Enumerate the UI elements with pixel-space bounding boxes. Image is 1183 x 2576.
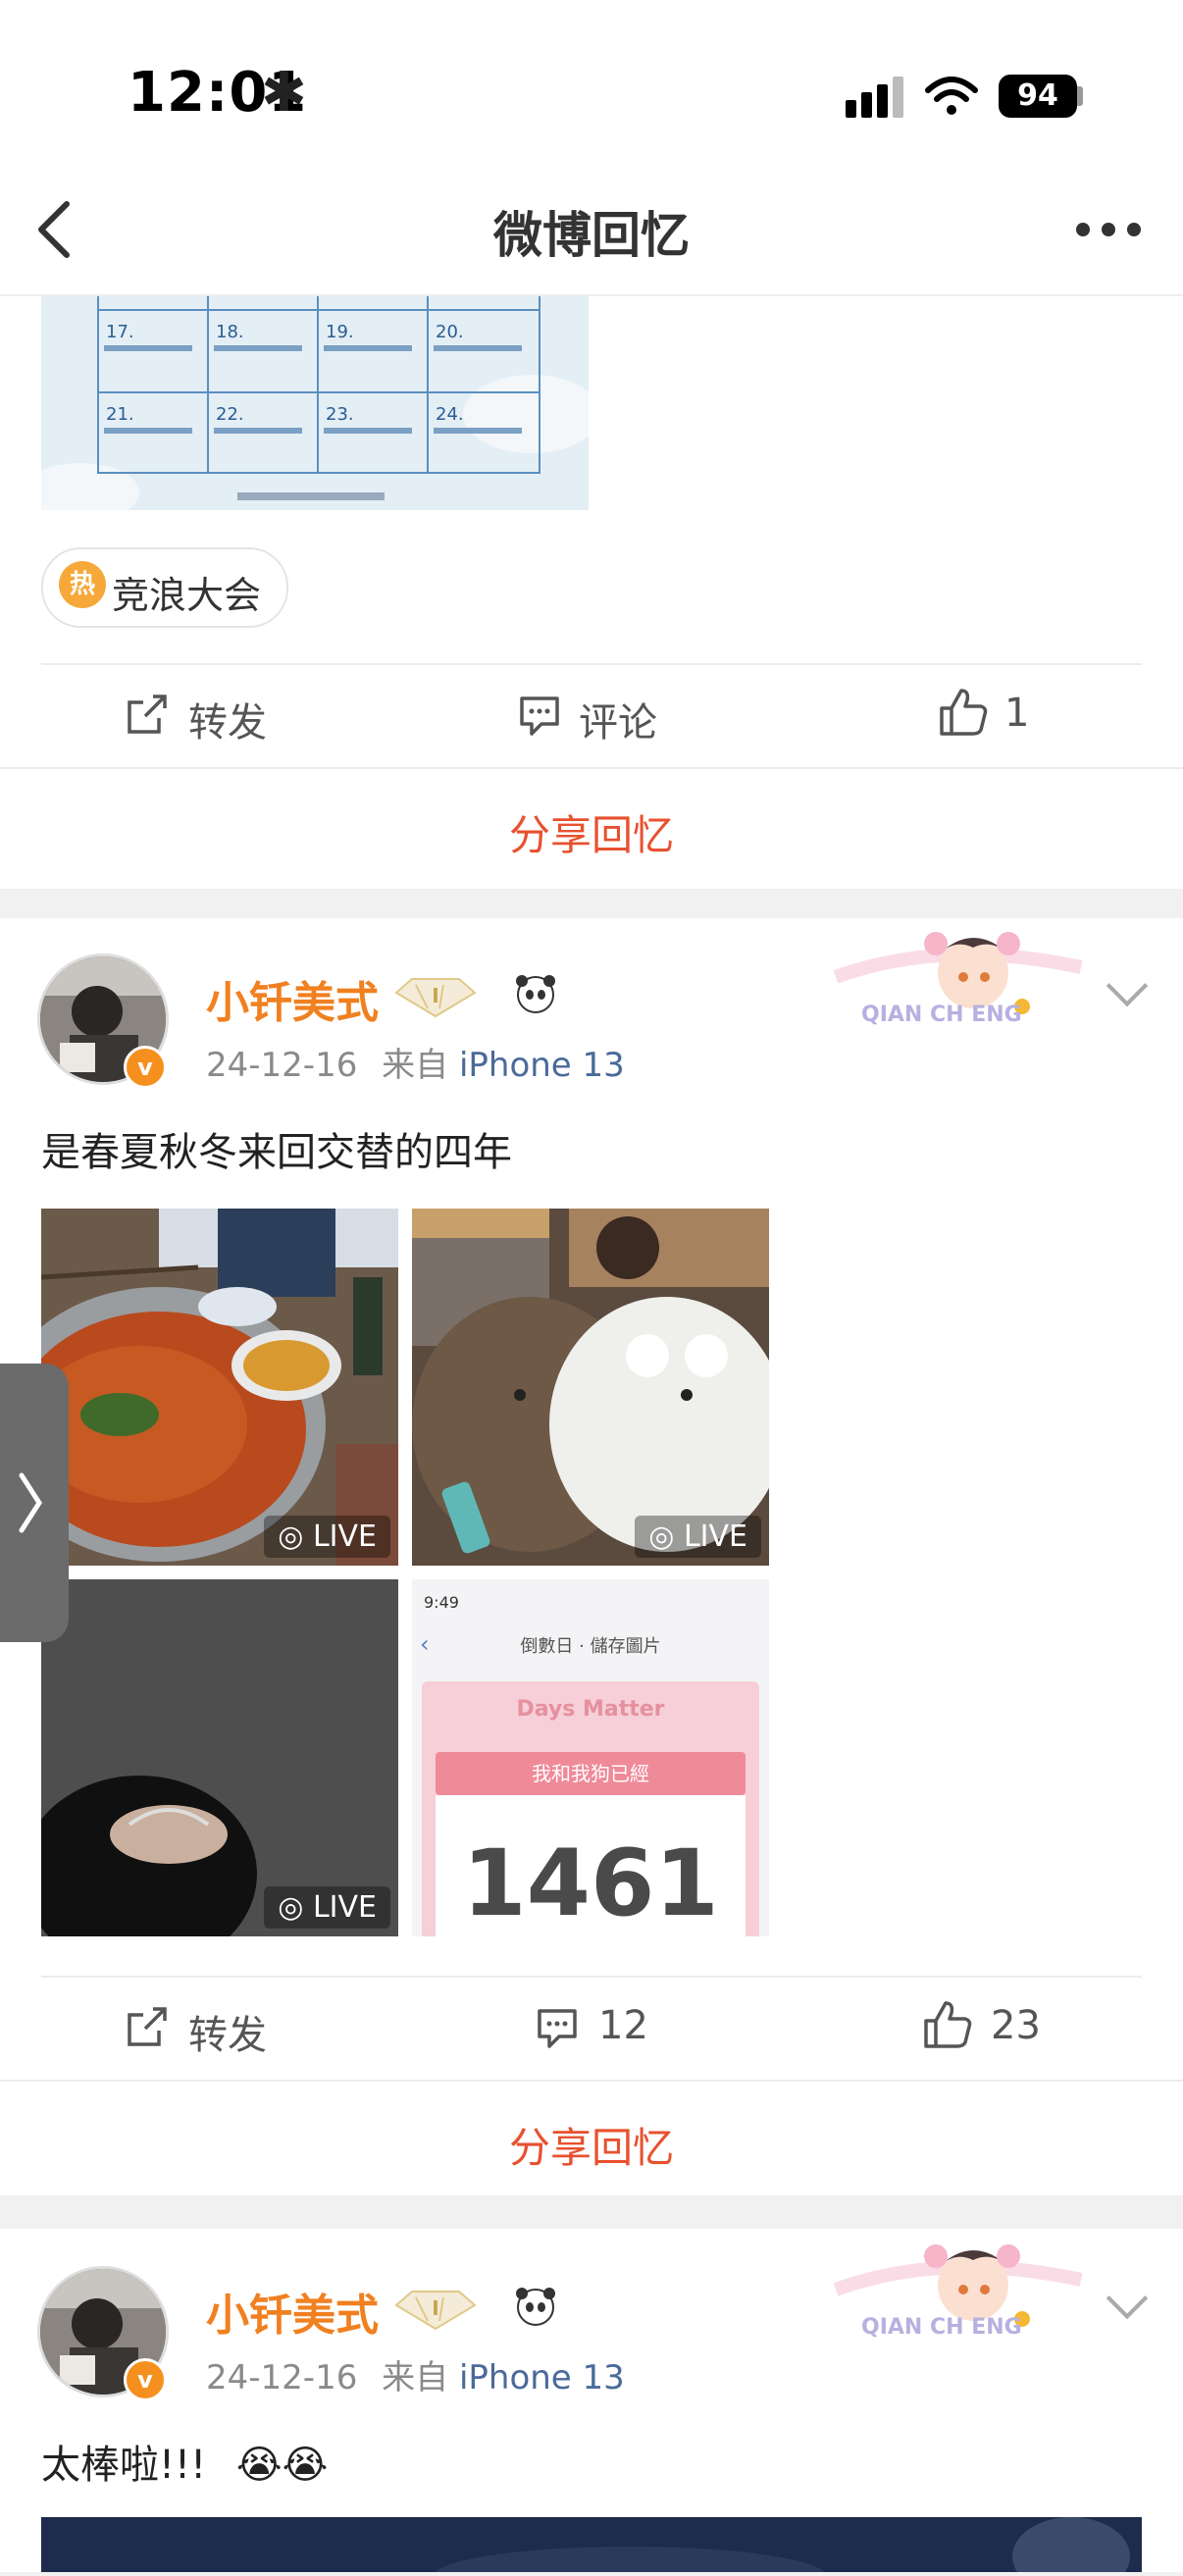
calendar-cell: 21. xyxy=(106,404,134,425)
share-memory-button[interactable]: 分享回忆 xyxy=(0,802,1183,862)
repost-icon[interactable] xyxy=(126,2005,169,2048)
post-text: 是春夏秋冬来回交替的四年 xyxy=(41,1130,512,1175)
calendar-cell: 22. xyxy=(216,404,244,425)
post-meta: 24-12-16 来自 iPhone 13 xyxy=(206,2350,625,2398)
battery-indicator: 94 xyxy=(999,75,1077,118)
live-badge: ◎ LIVE xyxy=(635,1516,761,1558)
source-prefix: 来自 xyxy=(382,2358,449,2397)
battery-tip xyxy=(1077,86,1083,106)
divider xyxy=(41,663,1142,665)
diamond-badge-icon: I xyxy=(394,978,477,1018)
partial-photo xyxy=(41,2517,1142,2576)
divider xyxy=(0,2080,1183,2082)
calendar-cell: 18. xyxy=(216,322,244,342)
hot-topic-icon: 热 xyxy=(59,561,106,608)
post-date: 24-12-16 xyxy=(206,2358,358,2397)
username[interactable]: 小钎美式 xyxy=(206,967,379,1030)
more-icon[interactable] xyxy=(1075,220,1142,239)
screenshot-brand: Days Matter xyxy=(516,1697,665,1722)
like-count[interactable]: 1 xyxy=(1004,691,1029,736)
like-count[interactable]: 23 xyxy=(991,2003,1041,2048)
screenshot-title: 倒數日 · 儲存圖片 xyxy=(520,1636,661,1657)
post-text: 太棒啦!!! 😭😭 xyxy=(41,2433,328,2490)
verified-badge: v xyxy=(124,2358,167,2401)
source-device[interactable]: iPhone 13 xyxy=(459,2358,625,2397)
post-image-calendar[interactable]: 17. 18. 19. 20. 21. 22. 23. 24. xyxy=(41,296,589,510)
post-image-hotpot[interactable]: ◎ LIVE xyxy=(41,1209,398,1566)
screenshot-day-count: 1461 xyxy=(462,1830,719,1936)
username[interactable]: 小钎美式 xyxy=(206,2280,379,2343)
repost-label[interactable]: 转发 xyxy=(188,691,267,747)
verified-badge: v xyxy=(124,1046,167,1089)
hotpot-photo xyxy=(41,1209,398,1566)
post-meta: 24-12-16 来自 iPhone 13 xyxy=(206,1038,625,1086)
comment-icon[interactable] xyxy=(536,2007,579,2050)
calendar-cell: 20. xyxy=(436,322,464,342)
post-image-hand[interactable]: ◎ LIVE xyxy=(41,1579,398,1936)
divider xyxy=(0,767,1183,769)
sticker-text: QIAN CH ENG xyxy=(861,1003,1022,1027)
calendar-cell: 24. xyxy=(436,404,464,425)
comment-icon[interactable] xyxy=(518,695,561,738)
activity-icon: ✱ xyxy=(261,61,307,125)
svg-text:I: I xyxy=(432,2296,438,2320)
panda-icon xyxy=(516,975,555,1013)
post-image-partial[interactable] xyxy=(41,2517,1142,2576)
user-badges: I xyxy=(394,975,555,1018)
divider xyxy=(41,1976,1142,1978)
repost-label[interactable]: 转发 xyxy=(188,2003,267,2060)
comment-label[interactable]: 评论 xyxy=(579,691,657,747)
repost-icon[interactable] xyxy=(126,693,169,736)
live-badge: ◎ LIVE xyxy=(264,1886,390,1929)
page-title: 微博回忆 xyxy=(493,207,690,264)
post-image-plush[interactable]: ◎ LIVE xyxy=(412,1209,769,1566)
crying-emoji-icon: 😭😭 xyxy=(235,2443,329,2488)
post-image-days-matter[interactable]: 9:49 ‹ 倒數日 · 儲存圖片 Days Matter 我和我狗已經 146… xyxy=(412,1579,769,1936)
post-text-content: 太棒啦!!! xyxy=(41,2443,207,2488)
calendar-cell: 23. xyxy=(326,404,354,425)
like-icon[interactable] xyxy=(938,687,989,738)
share-memory-button[interactable]: 分享回忆 xyxy=(0,2115,1183,2175)
source-prefix: 来自 xyxy=(382,1046,449,1085)
sticker-text: QIAN CH ENG xyxy=(861,2315,1022,2340)
plush-photo xyxy=(412,1209,769,1566)
cellular-signal-icon xyxy=(846,77,903,118)
source-device[interactable]: iPhone 13 xyxy=(459,1046,625,1085)
user-badges: I xyxy=(394,2288,555,2331)
svg-text:I: I xyxy=(432,984,438,1007)
comment-count[interactable]: 12 xyxy=(598,2003,648,2048)
panda-icon xyxy=(516,2288,555,2326)
topic-label: 竞浪大会 xyxy=(112,574,262,617)
calendar-cell: 17. xyxy=(106,322,134,342)
chevron-right-icon[interactable] xyxy=(14,1471,47,1534)
diamond-badge-icon: I xyxy=(394,2291,477,2331)
live-badge: ◎ LIVE xyxy=(264,1516,390,1558)
like-icon[interactable] xyxy=(922,1999,973,2050)
post-date: 24-12-16 xyxy=(206,1046,358,1085)
calendar-cell: 19. xyxy=(326,322,354,342)
screenshot-time: 9:49 xyxy=(424,1593,459,1612)
wifi-icon xyxy=(925,77,978,115)
hand-photo xyxy=(41,1579,398,1936)
screenshot-banner: 我和我狗已經 xyxy=(436,1752,746,1795)
